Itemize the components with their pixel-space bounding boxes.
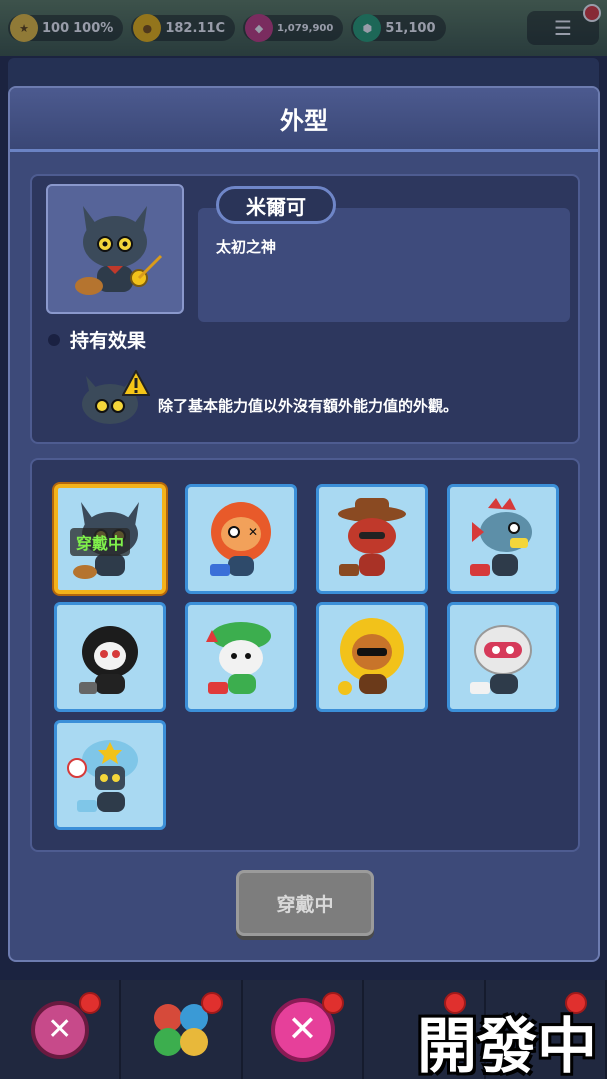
menu-icon: ☰ — [554, 16, 572, 40]
appearance-dialog: 外型 米爾可 太初之神 持有效果 除了基本能力值以外沒有額外能力值的外觀。 穿戴… — [8, 86, 600, 962]
skin-cowboy[interactable] — [316, 484, 428, 594]
cat-warning-icon — [78, 370, 150, 426]
skin-default-cat[interactable]: 穿戴中 — [54, 484, 166, 594]
effect-row: 除了基本能力值以外沒有額外能力值的外觀。 — [78, 370, 458, 426]
notification-dot — [583, 4, 601, 22]
character-description: 太初之神 — [216, 238, 277, 256]
astronaut-icon — [470, 625, 532, 694]
warning-icon — [122, 370, 150, 396]
skin-astronaut[interactable] — [447, 602, 559, 712]
black-cat-icon — [75, 206, 163, 295]
notification-dot — [79, 992, 102, 1014]
effect-heading: 持有效果 — [48, 326, 146, 353]
bullet-icon — [48, 333, 60, 346]
character-description-box: 太初之神 — [198, 208, 570, 322]
skin-reaper[interactable] — [54, 602, 166, 712]
effect-heading-label: 持有效果 — [70, 330, 147, 352]
skin-grid: 穿戴中 ✕ — [30, 458, 580, 852]
coin-icon: ● — [133, 14, 162, 42]
crystal-value: 51,100 — [385, 20, 436, 36]
skin-dino[interactable] — [185, 602, 297, 712]
dialog-title: 外型 — [10, 88, 598, 152]
lion-icon: ✕ — [210, 502, 271, 576]
nav-slot-3-close[interactable]: ✕ — [243, 980, 365, 1079]
reaper-icon — [79, 626, 138, 694]
equip-button[interactable]: 穿戴中 — [236, 870, 374, 936]
gem-value: 1,079,900 — [277, 22, 334, 34]
crystal-stat: ⬢ 51,100 — [351, 14, 446, 42]
svg-text:✕: ✕ — [248, 525, 258, 539]
skin-lion[interactable]: ✕ — [185, 484, 297, 594]
notification-dot — [322, 992, 345, 1014]
police-icon — [67, 740, 138, 812]
effect-text: 除了基本能力值以外沒有額外能力值的外觀。 — [158, 396, 459, 415]
coin-stat: ● 182.11C — [131, 14, 236, 42]
dino-icon — [206, 622, 271, 694]
top-status-bar: ★ 100 100% ● 182.11C ◆ 1,079,900 ⬢ 51,10… — [0, 0, 607, 56]
shark-icon — [470, 498, 532, 576]
cowboy-icon — [338, 498, 406, 576]
skin-shark[interactable] — [447, 484, 559, 594]
character-name: 米爾可 — [216, 186, 336, 224]
star-icon: ★ — [10, 14, 38, 42]
character-info-panel: 米爾可 太初之神 持有效果 除了基本能力值以外沒有額外能力值的外觀。 — [30, 174, 580, 444]
character-portrait — [46, 184, 184, 314]
skin-sunflower[interactable] — [316, 602, 428, 712]
exp-value: 100% — [73, 20, 114, 36]
level-value: 100 — [42, 20, 70, 36]
sunflower-icon — [338, 618, 404, 695]
in-development-label: 開發中 — [417, 1012, 597, 1079]
nav-slot-1[interactable]: ✕ — [0, 980, 122, 1079]
crystal-icon: ⬢ — [353, 14, 382, 42]
level-stat: ★ 100 100% — [8, 14, 124, 42]
coin-value: 182.11C — [165, 20, 226, 36]
skin-police[interactable] — [54, 720, 166, 830]
equipped-badge: 穿戴中 — [70, 528, 131, 556]
gem-icon: ◆ — [245, 14, 274, 42]
nav-slot-2[interactable] — [121, 980, 243, 1079]
gem-stat: ◆ 1,079,900 — [243, 14, 344, 42]
notification-dot — [200, 992, 223, 1014]
